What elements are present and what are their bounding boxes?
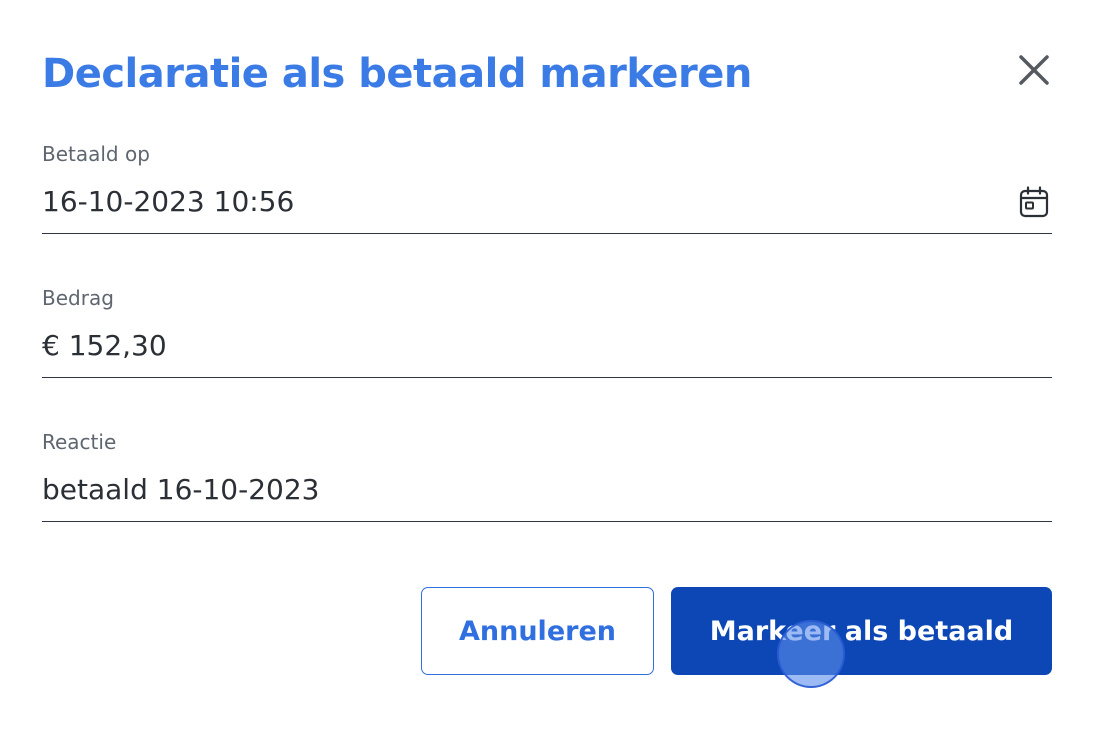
- mark-paid-dialog: Declaratie als betaald markeren Betaald …: [0, 0, 1120, 738]
- comment-label: Reactie: [42, 430, 117, 454]
- cancel-button[interactable]: Annuleren: [421, 587, 654, 675]
- dialog-title: Declaratie als betaald markeren: [42, 51, 752, 97]
- comment-input[interactable]: [42, 472, 1002, 508]
- paid-on-field: Betaald op: [42, 142, 1052, 234]
- close-icon: [1019, 55, 1049, 85]
- close-button[interactable]: [1010, 46, 1058, 94]
- amount-field: Bedrag: [42, 286, 1052, 378]
- calendar-icon: [1019, 186, 1049, 218]
- mark-as-paid-button[interactable]: Markeer als betaald: [671, 587, 1052, 675]
- amount-label: Bedrag: [42, 286, 114, 310]
- paid-on-input[interactable]: [42, 184, 1002, 220]
- comment-field: Reactie: [42, 430, 1052, 522]
- amount-input[interactable]: [42, 328, 1002, 364]
- calendar-button[interactable]: [1016, 184, 1052, 220]
- paid-on-label: Betaald op: [42, 142, 150, 166]
